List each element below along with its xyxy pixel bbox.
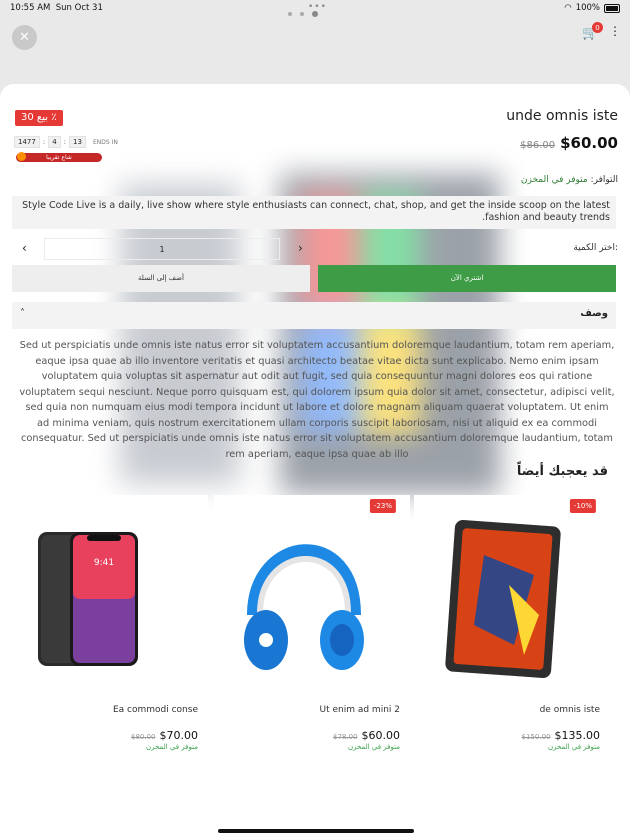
- home-indicator[interactable]: [218, 829, 414, 833]
- product-name: de omnis iste: [539, 705, 600, 715]
- timer-separator: :: [42, 138, 46, 146]
- page-dot: [300, 12, 304, 16]
- product-old-price: $78.00: [333, 733, 358, 741]
- page-dot-active: [312, 11, 318, 17]
- old-price: $86.00: [520, 140, 556, 151]
- product-description: Sed ut perspiciatis unde omnis iste natu…: [19, 340, 615, 460]
- description-toggle[interactable]: ˄ وصف: [12, 302, 616, 329]
- price-row: $86.00 $60.00: [520, 134, 618, 152]
- product-sheet: بيع 30 ٪ unde omnis iste $86.00 $60.00 1…: [0, 84, 630, 840]
- multitask-dots-icon[interactable]: •••: [308, 2, 327, 12]
- product-card[interactable]: -10% de omnis iste $150.00 $135.00 متوفر…: [414, 495, 610, 759]
- wifi-icon: ◠: [564, 3, 572, 13]
- quantity-stepper: ‹ 1 ›: [14, 238, 320, 260]
- related-title: قد يعجبك أيضاً: [516, 464, 608, 479]
- product-price: $78.00 $60.00: [333, 729, 400, 742]
- page-dot: [288, 12, 292, 16]
- timer-ends-label: ENDS IN: [92, 138, 118, 146]
- stock-availability: التوافر: متوفر في المخزن: [521, 175, 618, 185]
- product-name: Ut enim ad mini 2: [319, 705, 401, 715]
- fire-icon: [17, 152, 26, 161]
- timer-minutes: 13: [69, 136, 86, 148]
- more-options-icon[interactable]: ⋮: [609, 24, 621, 38]
- sale-badge: بيع 30 ٪: [15, 110, 63, 126]
- product-card[interactable]: 9:41 Ea commodi conse $80.00 $70.00 متوف…: [12, 495, 208, 759]
- product-current-price: $60.00: [361, 729, 401, 742]
- product-title: unde omnis iste: [506, 108, 618, 124]
- quantity-label: اختر الكمية:: [573, 243, 618, 253]
- product-stock: متوفر في المخزن: [548, 743, 600, 751]
- tablet-image: [445, 520, 561, 678]
- page-indicator: [288, 11, 318, 17]
- product-old-price: $80.00: [131, 733, 156, 741]
- sold-progress-bar: شاع تقريبا: [16, 153, 102, 162]
- chevron-left-icon[interactable]: ‹: [22, 241, 27, 255]
- timer-separator: :: [63, 138, 67, 146]
- add-to-cart-button[interactable]: أضف إلى السلة: [12, 265, 310, 292]
- short-description: Style Code Live is a daily, live show wh…: [12, 196, 616, 229]
- battery-percent: 100%: [575, 3, 600, 13]
- product-stock: متوفر في المخزن: [146, 743, 198, 751]
- cart-count-badge: 0: [592, 22, 603, 33]
- product-current-price: $135.00: [554, 729, 601, 742]
- timer-hours: 4: [48, 136, 61, 148]
- product-name: Ea commodi conse: [112, 705, 198, 715]
- chevron-right-icon[interactable]: ›: [298, 241, 303, 255]
- timer-days: 1477: [14, 136, 40, 148]
- chevron-up-icon: ˄: [20, 308, 25, 319]
- buy-now-button[interactable]: اشتري الآن: [318, 265, 616, 292]
- phone-image: 9:41: [38, 532, 138, 666]
- product-old-price: $150.00: [521, 733, 551, 741]
- stock-value: متوفر في المخزن: [520, 175, 588, 185]
- svg-text:9:41: 9:41: [94, 558, 114, 568]
- battery-icon: [604, 3, 620, 13]
- description-title: وصف: [580, 308, 608, 319]
- product-card[interactable]: -23% Ut enim ad mini 2 $78.00 $60.00 متو…: [214, 495, 410, 759]
- countdown-timer: 1477 : 4 : 13 ENDS IN: [14, 136, 118, 148]
- status-time: 10:55 AM Sun Oct 31: [10, 3, 103, 13]
- close-icon: ✕: [19, 30, 30, 45]
- current-price: $60.00: [560, 134, 618, 152]
- status-right: ◠ 100%: [564, 3, 620, 13]
- product-stock: متوفر في المخزن: [348, 743, 400, 751]
- product-price: $150.00 $135.00: [522, 729, 600, 742]
- quantity-input[interactable]: 1: [44, 238, 280, 260]
- product-price: $80.00 $70.00: [131, 729, 198, 742]
- product-current-price: $70.00: [159, 729, 199, 742]
- close-button[interactable]: ✕: [12, 25, 37, 50]
- headphones-image: [244, 544, 364, 670]
- stock-label: التوافر:: [590, 175, 618, 185]
